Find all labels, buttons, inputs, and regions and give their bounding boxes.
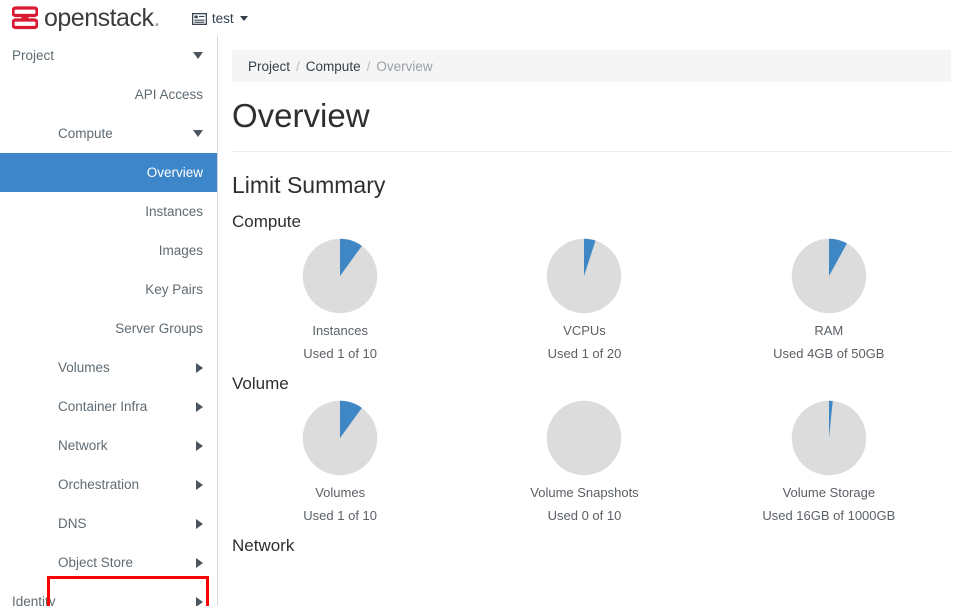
chevron-right-icon <box>196 596 203 606</box>
caret-down-icon <box>239 15 248 21</box>
sidebar-nav-list: Project API Access Compute Overview Instance… <box>0 36 217 606</box>
sidebar-item-label: Instances <box>145 204 203 219</box>
sidebar-item-container-infra[interactable]: Container Infra <box>0 387 217 426</box>
quota-chart-volume-snapshots: Volume Snapshots Used 0 of 10 <box>462 400 706 523</box>
sidebar-item-network[interactable]: Network <box>0 426 217 465</box>
breadcrumb-separator: / <box>296 58 300 74</box>
sidebar-item-label: Orchestration <box>58 477 140 492</box>
sidebar-item-instances[interactable]: Instances <box>0 192 217 231</box>
pie-chart-graphic <box>302 401 378 476</box>
breadcrumb: Project / Compute / Overview <box>232 50 951 82</box>
chevron-right-icon <box>196 518 203 529</box>
openstack-dashboard: openstack. test Project API Access Compute… <box>0 0 965 606</box>
top-bar: openstack. test <box>0 0 965 37</box>
sidebar-item-label: Volumes <box>58 360 110 375</box>
brand-text: openstack. <box>44 3 160 32</box>
pie-chart-graphic <box>302 239 378 314</box>
limit-summary-heading: Limit Summary <box>232 172 386 199</box>
brand-logo[interactable]: openstack. <box>11 3 160 32</box>
sidebar-item-label: Images <box>158 243 203 258</box>
sidebar-item-label: Object Store <box>58 555 134 570</box>
sidebar-item-label: API Access <box>134 87 203 102</box>
sidebar-item-identity[interactable]: Identity <box>0 582 217 606</box>
sidebar-item-dns[interactable]: DNS <box>0 504 217 543</box>
sidebar-item-api-access[interactable]: API Access <box>0 75 217 114</box>
pie-chart-graphic <box>791 401 867 476</box>
sidebar-item-project[interactable]: Project <box>0 36 217 75</box>
title-divider <box>232 151 951 153</box>
pie-chart-graphic <box>547 401 622 476</box>
sidebar-item-compute[interactable]: Compute <box>0 114 217 153</box>
quota-chart-ram: RAM Used 4GB of 50GB <box>707 238 951 361</box>
sidebar-item-label: Project <box>12 48 55 63</box>
chevron-right-icon <box>196 440 203 451</box>
pie-chart-row: Instances Used 1 of 10 VCPUs Used 1 of 20 RA… <box>218 238 951 361</box>
quota-chart-instances: Instances Used 1 of 10 <box>218 238 462 361</box>
quota-chart-volumes: Volumes Used 1 of 10 <box>218 400 462 523</box>
sidebar-item-key-pairs[interactable]: Key Pairs <box>0 270 217 309</box>
page-title: Overview <box>232 97 370 134</box>
section-heading-network: Network <box>232 536 295 556</box>
breadcrumb-item-compute[interactable]: Compute <box>306 59 361 74</box>
main-content: Project / Compute / Overview Overview Li… <box>218 36 965 606</box>
chevron-down-icon <box>193 130 203 137</box>
quota-chart-label: Volume Snapshots <box>530 485 639 501</box>
pie-chart-graphic <box>547 239 622 314</box>
quota-chart-label: Volumes <box>315 485 366 501</box>
quota-chart-usage-text: Used 1 of 20 <box>547 346 622 362</box>
sidebar-item-label: Server Groups <box>115 321 203 336</box>
chevron-right-icon <box>196 557 203 568</box>
pie-chart-row: Volumes Used 1 of 10 Volume Snapshots Used … <box>218 400 951 523</box>
project-name-label: test <box>211 10 234 26</box>
sidebar-navigation: Project API Access Compute Overview Instance… <box>0 36 218 606</box>
limit-summary-sections: Compute Instances Used 1 of 10 VCPUs Used 1 … <box>218 212 965 556</box>
quota-chart-label: Volume Storage <box>782 485 876 501</box>
quota-chart-usage-text: Used 1 of 10 <box>303 346 378 362</box>
sidebar-item-label: Overview <box>146 165 203 180</box>
sidebar-item-overview[interactable]: Overview <box>0 153 217 192</box>
sidebar-item-label: Network <box>58 438 108 453</box>
sidebar-item-orchestration[interactable]: Orchestration <box>0 465 217 504</box>
chevron-right-icon <box>196 401 203 412</box>
brand-dot: . <box>153 3 160 32</box>
project-list-icon <box>191 12 208 26</box>
quota-chart-volume-storage: Volume Storage Used 16GB of 1000GB <box>707 400 951 523</box>
quota-chart-usage-text: Used 0 of 10 <box>547 508 622 524</box>
quota-chart-label: RAM <box>814 323 844 339</box>
chevron-right-icon <box>196 362 203 373</box>
sidebar-item-images[interactable]: Images <box>0 231 217 270</box>
sidebar-item-label: DNS <box>58 516 87 531</box>
quota-chart-usage-text: Used 1 of 10 <box>303 508 378 524</box>
chevron-down-icon <box>193 52 203 59</box>
breadcrumb-item-overview: Overview <box>376 58 433 74</box>
project-selector[interactable]: test <box>191 10 248 26</box>
brand-name: openstack <box>44 3 154 32</box>
section-heading-compute: Compute <box>232 212 301 232</box>
sidebar-item-server-groups[interactable]: Server Groups <box>0 309 217 348</box>
breadcrumb-item-project[interactable]: Project <box>248 59 290 74</box>
breadcrumb-separator: / <box>366 58 371 74</box>
chevron-right-icon <box>196 479 203 490</box>
sidebar-item-label: Compute <box>58 126 113 141</box>
quota-chart-label: Instances <box>312 323 368 339</box>
sidebar-item-object-store[interactable]: Object Store <box>0 543 217 582</box>
section-heading-volume: Volume <box>232 374 289 394</box>
quota-chart-usage-text: Used 16GB of 1000GB <box>762 508 896 524</box>
sidebar-item-label: Identity <box>12 594 56 606</box>
quota-chart-usage-text: Used 4GB of 50GB <box>773 346 885 362</box>
sidebar-item-label: Container Infra <box>58 399 148 414</box>
pie-chart-graphic <box>791 239 867 314</box>
quota-chart-vcpus: VCPUs Used 1 of 20 <box>462 238 706 361</box>
quota-chart-label: VCPUs <box>563 323 606 339</box>
openstack-logo-icon <box>11 6 39 30</box>
sidebar-item-volumes[interactable]: Volumes <box>0 348 217 387</box>
sidebar-item-label: Key Pairs <box>145 282 203 297</box>
